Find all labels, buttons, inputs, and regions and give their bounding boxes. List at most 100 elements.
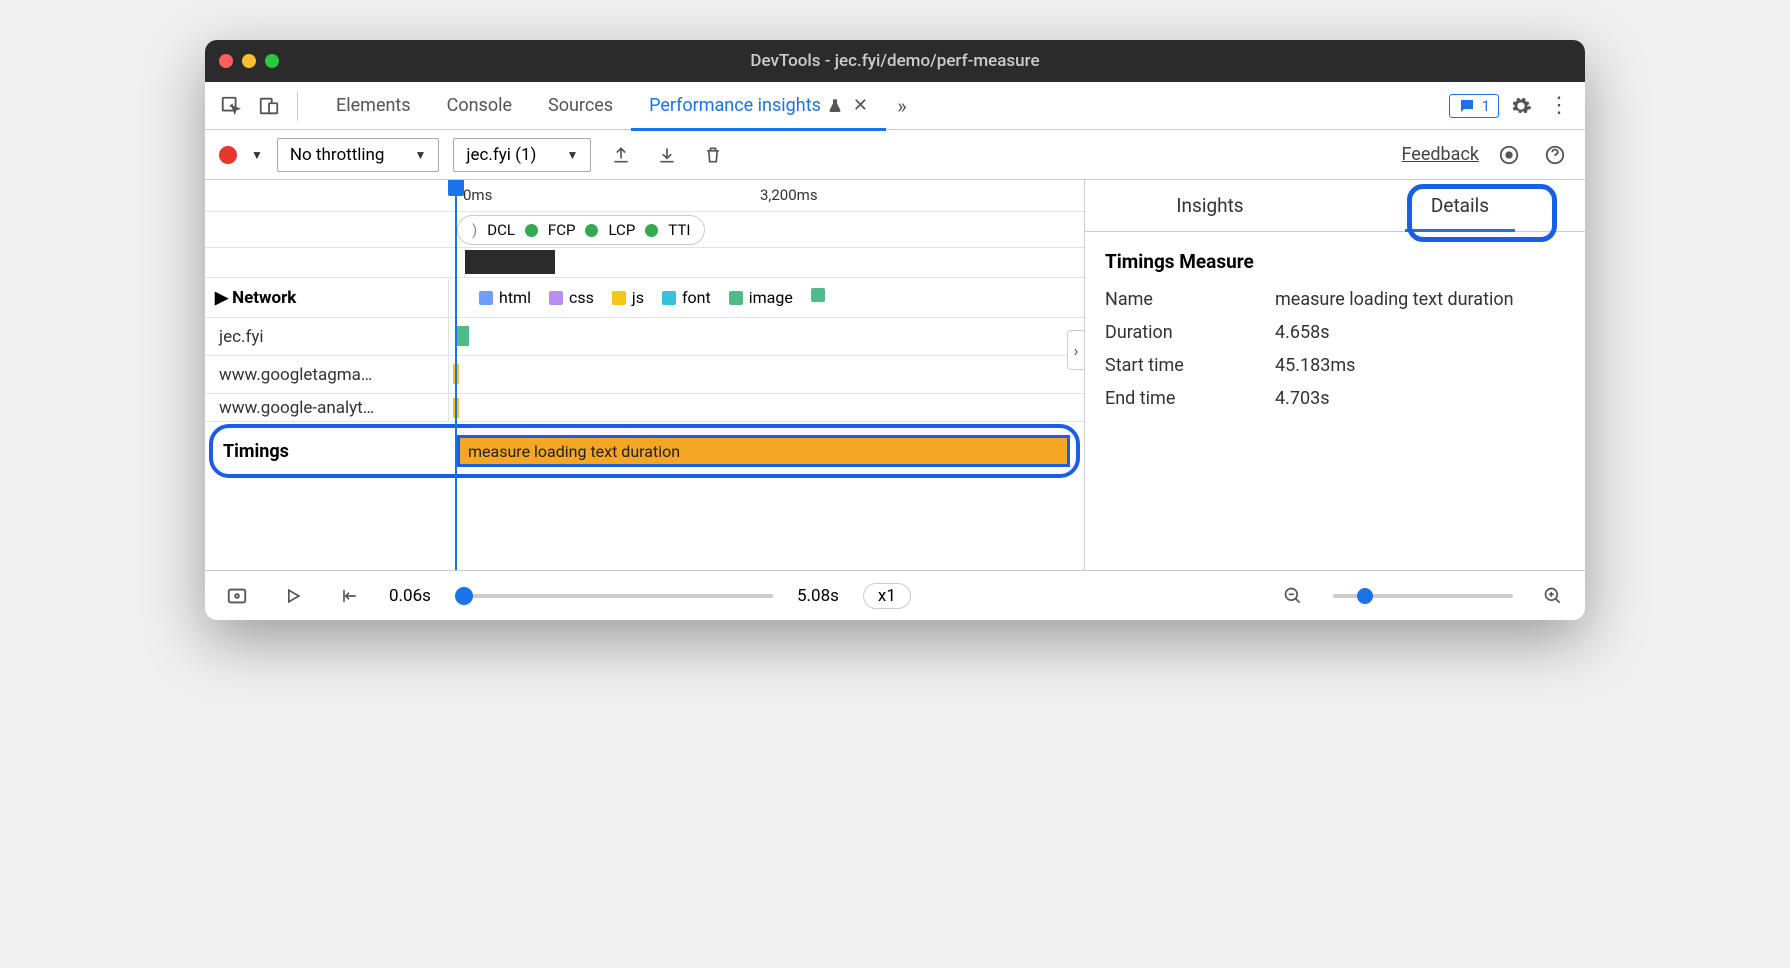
tab-elements[interactable]: Elements xyxy=(318,82,429,130)
window-title: DevTools - jec.fyi/demo/perf-measure xyxy=(750,51,1039,71)
rtab-label: Details xyxy=(1431,194,1489,217)
track-row[interactable]: www.google-analyt… xyxy=(205,394,1084,422)
throttling-select[interactable]: No throttling▼ xyxy=(277,138,439,172)
minimize-icon[interactable] xyxy=(242,54,256,68)
time-end: 5.08s xyxy=(797,586,839,606)
track-label: jec.fyi xyxy=(205,318,449,355)
tab-sources[interactable]: Sources xyxy=(530,82,631,130)
time-start: 0.06s xyxy=(389,586,431,606)
footer-controls: 0.06s 5.08s x1 xyxy=(205,570,1585,620)
tab-label: Console xyxy=(447,95,512,116)
recording-select[interactable]: jec.fyi (1)▼ xyxy=(453,138,591,172)
titlebar: DevTools - jec.fyi/demo/perf-measure xyxy=(205,40,1585,82)
delete-icon[interactable] xyxy=(697,139,729,171)
playhead-handle[interactable] xyxy=(448,180,464,196)
legend-label: image xyxy=(749,288,793,307)
issues-count: 1 xyxy=(1482,97,1490,115)
legend-label: css xyxy=(569,288,594,307)
kebab-icon[interactable]: ⋮ xyxy=(1543,90,1575,122)
legend-swatch xyxy=(612,291,626,305)
metric-tti: TTI xyxy=(668,221,690,239)
toggle-view-icon[interactable] xyxy=(221,580,253,612)
timing-measure-bar[interactable]: measure loading text duration xyxy=(457,435,1070,467)
network-tracks: jec.fyi www.googletagma… www.google-anal… xyxy=(205,318,1084,422)
ruler-tick: 3,200ms xyxy=(760,186,818,204)
legend-label: html xyxy=(499,288,531,307)
metric-dcl: DCL xyxy=(487,221,515,239)
timings-row-highlight: Timings measure loading text duration xyxy=(209,424,1080,478)
tab-label: Elements xyxy=(336,95,411,116)
collapse-sidebar-icon[interactable]: › xyxy=(1067,330,1085,370)
time-ruler[interactable]: 0ms 3,200ms xyxy=(205,180,1084,212)
close-icon[interactable] xyxy=(219,54,233,68)
filmstrip-row xyxy=(205,248,1084,278)
window-controls xyxy=(219,54,279,68)
kv-key: Start time xyxy=(1105,355,1275,376)
legend-swatch xyxy=(479,291,493,305)
flask-icon xyxy=(827,98,843,114)
details-panel: Insights Details Timings Measure Namemea… xyxy=(1085,180,1585,570)
request-bar[interactable] xyxy=(455,326,469,346)
feedback-link[interactable]: Feedback xyxy=(1402,144,1479,165)
track-row[interactable]: www.googletagma… xyxy=(205,356,1084,394)
zoom-badge[interactable]: x1 xyxy=(863,583,911,609)
tab-details[interactable]: Details xyxy=(1335,180,1585,231)
filmstrip-thumb[interactable] xyxy=(465,250,555,274)
zoom-out-icon[interactable] xyxy=(1277,580,1309,612)
kv-row: Start time45.183ms xyxy=(1085,349,1585,382)
metrics-row: ) DCL FCP LCP TTI xyxy=(205,212,1084,248)
tab-console[interactable]: Console xyxy=(429,82,530,130)
device-toolbar-icon[interactable] xyxy=(253,90,285,122)
tab-label: Sources xyxy=(548,95,613,116)
timing-bar-label: measure loading text duration xyxy=(468,442,680,461)
main-panel: 0ms 3,200ms ) DCL FCP LCP TTI ▶ Network xyxy=(205,180,1585,570)
tab-list: Elements Console Sources Performance ins… xyxy=(318,82,918,130)
close-tab-icon[interactable]: ✕ xyxy=(853,95,868,116)
caret-right-icon: ▶ xyxy=(215,288,228,308)
kv-value: 45.183ms xyxy=(1275,355,1355,376)
legend-swatch xyxy=(729,291,743,305)
tab-insights[interactable]: Insights xyxy=(1085,180,1335,231)
record-button[interactable] xyxy=(219,146,237,164)
kv-value: 4.703s xyxy=(1275,388,1330,409)
track-label: www.googletagma… xyxy=(205,356,449,393)
track-row[interactable]: jec.fyi xyxy=(205,318,1084,356)
import-icon[interactable] xyxy=(651,139,683,171)
more-tabs-icon[interactable]: » xyxy=(886,90,918,122)
export-icon[interactable] xyxy=(605,139,637,171)
rewind-icon[interactable] xyxy=(333,580,365,612)
legend-label: js xyxy=(632,288,644,307)
help-icon[interactable] xyxy=(1539,139,1571,171)
playhead-line xyxy=(455,180,457,570)
devtools-window: DevTools - jec.fyi/demo/perf-measure Ele… xyxy=(205,40,1585,620)
play-icon[interactable] xyxy=(277,580,309,612)
zoom-slider[interactable] xyxy=(1333,594,1513,598)
kv-value: 4.658s xyxy=(1275,322,1330,343)
network-label-text: Network xyxy=(232,288,296,308)
metrics-pill[interactable]: ) DCL FCP LCP TTI xyxy=(457,215,705,245)
kv-row: Namemeasure loading text duration xyxy=(1085,283,1585,316)
maximize-icon[interactable] xyxy=(265,54,279,68)
inspect-icon[interactable] xyxy=(215,90,247,122)
legend-swatch xyxy=(811,288,825,302)
network-header: ▶ Network html css js font image xyxy=(205,278,1084,318)
zoom-in-icon[interactable] xyxy=(1537,580,1569,612)
rtab-label: Insights xyxy=(1176,194,1243,217)
kv-key: End time xyxy=(1105,388,1275,409)
panel-settings-icon[interactable] xyxy=(1493,139,1525,171)
tab-performance-insights[interactable]: Performance insights ✕ xyxy=(631,82,886,130)
timings-label: Timings xyxy=(213,441,451,462)
settings-icon[interactable] xyxy=(1505,90,1537,122)
chat-icon xyxy=(1458,97,1476,115)
kv-key: Duration xyxy=(1105,322,1275,343)
timeline-panel: 0ms 3,200ms ) DCL FCP LCP TTI ▶ Network xyxy=(205,180,1085,570)
kv-row: End time4.703s xyxy=(1085,382,1585,415)
section-title: Timings Measure xyxy=(1085,232,1585,283)
throttle-value: No throttling xyxy=(290,145,385,165)
issues-badge[interactable]: 1 xyxy=(1449,94,1499,118)
network-section-label[interactable]: ▶ Network xyxy=(205,278,449,317)
record-menu-icon[interactable]: ▼ xyxy=(251,148,263,162)
time-slider[interactable] xyxy=(455,594,773,598)
legend-label: font xyxy=(682,288,711,307)
divider xyxy=(297,91,298,121)
